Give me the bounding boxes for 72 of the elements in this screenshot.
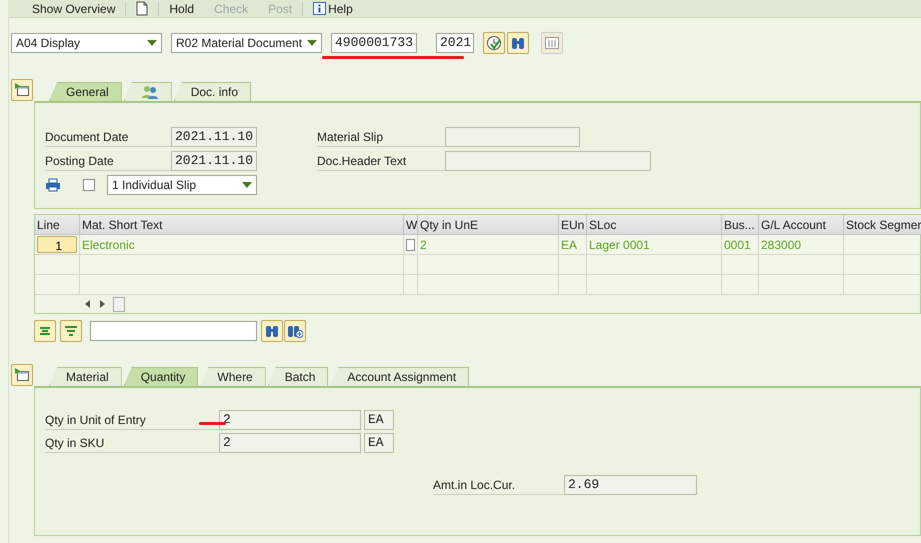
sort-button[interactable] (34, 320, 56, 342)
expand-button[interactable] (11, 79, 33, 101)
table-cell (559, 255, 587, 275)
action-dropdown[interactable]: A04 Display (11, 33, 162, 53)
print-checkbox[interactable] (83, 179, 95, 191)
toolbar-button[interactable]: Show Overview (22, 0, 126, 18)
find-button[interactable] (261, 320, 283, 342)
unit-field[interactable]: EA (364, 433, 394, 453)
amount-field[interactable]: 2.69 (564, 475, 697, 495)
field-label: Amt.in Loc.Cur. (433, 475, 563, 495)
scroll-left-icon[interactable] (85, 300, 91, 308)
tab[interactable]: Doc. info (174, 82, 252, 101)
toolbar-button[interactable]: Hold (159, 0, 204, 18)
binoculars-icon (510, 35, 526, 51)
slip-version-dropdown[interactable]: 1 Individual Slip (107, 175, 257, 195)
year-field[interactable]: 2021 (436, 33, 474, 53)
column-header[interactable]: Line (35, 215, 80, 235)
expand-button[interactable] (11, 364, 33, 386)
table-cell: 283000 (759, 235, 844, 255)
tab[interactable]: Where (200, 367, 266, 386)
table-cell: Electronic (80, 235, 404, 255)
columns-button[interactable] (541, 32, 563, 54)
text-field[interactable] (445, 151, 651, 171)
quantity-field[interactable]: 2 (219, 433, 361, 453)
table-cell: 0001 (722, 235, 759, 255)
tab[interactable]: General (49, 82, 122, 101)
unit-field[interactable]: EA (364, 410, 394, 430)
column-header[interactable]: SLoc (587, 215, 722, 235)
table-cell (722, 255, 759, 275)
tab[interactable]: Batch (268, 367, 328, 386)
binoculars-plus-icon (287, 323, 303, 339)
clock-check-icon (486, 35, 502, 51)
date-field[interactable]: 2021.11.10 (171, 127, 257, 147)
info-icon (313, 2, 326, 15)
date-field[interactable]: 2021.11.10 (171, 151, 257, 171)
column-header[interactable]: Bus... (722, 215, 759, 235)
table-cell: Lager 0001 (587, 235, 722, 255)
table-cell: 2 (418, 235, 559, 255)
column-header[interactable]: Qty in UnE (418, 215, 559, 235)
search-field[interactable] (90, 321, 257, 341)
scroll-right-icon[interactable] (99, 300, 105, 308)
document-number-field[interactable]: 4900001733 (331, 33, 417, 53)
columns-icon (544, 35, 560, 51)
column-header[interactable]: Mat. Short Text (80, 215, 404, 235)
panel-icon (14, 82, 30, 98)
reference-dropdown[interactable]: R02 Material Document (171, 33, 322, 53)
find-next-button[interactable] (284, 320, 306, 342)
text-field[interactable] (445, 127, 580, 147)
quantity-field[interactable]: 2 (219, 410, 361, 430)
column-header[interactable]: W (404, 215, 418, 235)
tab[interactable]: Account Assignment (330, 367, 470, 386)
execute-button[interactable] (483, 32, 505, 54)
tab[interactable]: Quantity (124, 367, 198, 386)
row-checkbox[interactable] (406, 238, 415, 250)
help-button[interactable]: Help (303, 0, 363, 18)
line-button[interactable]: 1 (37, 236, 77, 253)
printer-icon[interactable] (45, 178, 61, 192)
panel-icon (14, 367, 30, 383)
table-cell: EA (559, 235, 587, 255)
people-icon (140, 85, 159, 99)
column-header[interactable]: Stock Segmer (844, 215, 921, 235)
scroll-thumb[interactable] (113, 296, 125, 312)
tab[interactable] (124, 82, 172, 101)
filter-button[interactable] (60, 320, 82, 342)
new-document-icon[interactable] (136, 1, 148, 16)
column-header[interactable]: G/L Account (759, 215, 844, 235)
tab[interactable]: Material (49, 367, 122, 386)
find-button[interactable] (507, 32, 529, 54)
filter-icon (63, 323, 79, 339)
field-label: Qty in SKU (45, 433, 219, 453)
binoculars-icon (264, 323, 280, 339)
column-header[interactable]: EUn (559, 215, 587, 235)
